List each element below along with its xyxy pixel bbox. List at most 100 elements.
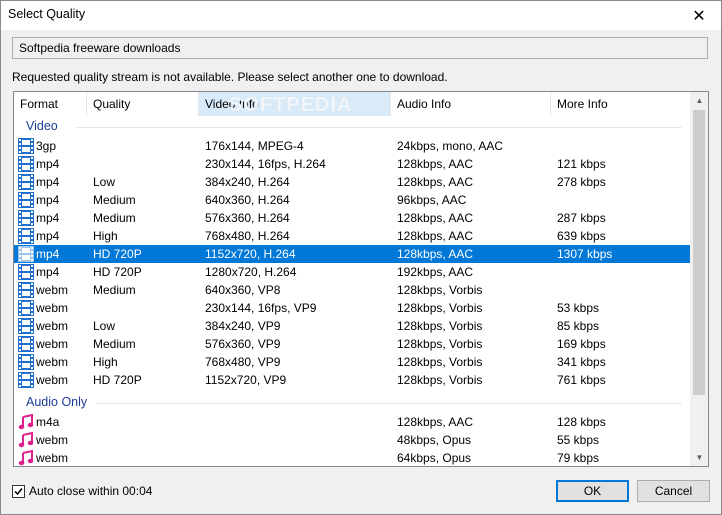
video-info-cell: 576x360, VP9 — [205, 337, 281, 351]
group-divider — [96, 403, 682, 404]
format-cell: mp4 — [36, 247, 60, 261]
audio-info-cell: 128kbps, AAC — [397, 157, 474, 171]
more-info-cell: 169 kbps — [557, 337, 606, 351]
table-row[interactable]: webm HD 720P 1152x720, VP9 128kbps, Vorbis 7… — [14, 371, 694, 389]
group-divider — [76, 127, 682, 128]
table-row[interactable]: mp4 Low 384x240, H.264 128kbps, AAC 278 kbps — [14, 173, 694, 191]
quality-cell: Medium — [93, 283, 136, 297]
scroll-down-arrow-icon[interactable]: ▼ — [691, 449, 708, 466]
scrollbar-thumb[interactable] — [693, 110, 705, 395]
video-info-cell: 768x480, VP9 — [205, 355, 281, 369]
more-info-cell: 85 kbps — [557, 319, 600, 333]
video-info-cell: 640x360, H.264 — [205, 193, 290, 207]
vertical-scrollbar[interactable]: ▲ ▼ — [690, 92, 708, 466]
film-icon — [18, 192, 34, 208]
film-icon — [18, 228, 34, 244]
audio-info-cell: 128kbps, Vorbis — [397, 301, 483, 315]
more-info-cell: 639 kbps — [557, 229, 606, 243]
film-icon — [18, 372, 34, 388]
table-row[interactable]: webm Medium 576x360, VP9 128kbps, Vorbis 169… — [14, 335, 694, 353]
more-info-cell: 278 kbps — [557, 175, 606, 189]
video-info-cell: 640x360, VP8 — [205, 283, 281, 297]
column-header-quality[interactable]: Quality — [87, 92, 199, 116]
format-cell: webm — [36, 451, 69, 465]
column-header-more-info[interactable]: More Info — [551, 92, 694, 116]
table-row[interactable]: 3gp 176x144, MPEG-4 24kbps, mono, AAC — [14, 137, 694, 155]
audio-info-cell: 192kbps, AAC — [397, 265, 474, 279]
format-cell: m4a — [36, 415, 60, 429]
audio-info-cell: 48kbps, Opus — [397, 433, 472, 447]
table-row[interactable]: webm 64kbps, Opus 79 kbps — [14, 449, 694, 466]
film-icon — [18, 318, 34, 334]
table-row[interactable]: webm 230x144, 16fps, VP9 128kbps, Vorbis 53… — [14, 299, 694, 317]
format-cell: mp4 — [36, 211, 60, 225]
more-info-cell: 79 kbps — [557, 451, 600, 465]
quality-cell: High — [93, 229, 118, 243]
auto-close-checkbox[interactable] — [12, 484, 25, 498]
film-icon — [18, 138, 34, 154]
audio-info-cell: 128kbps, AAC — [397, 415, 474, 429]
more-info-cell: 341 kbps — [557, 355, 606, 369]
scroll-up-arrow-icon[interactable]: ▲ — [691, 92, 708, 109]
format-cell: webm — [36, 337, 69, 351]
quality-list[interactable]: Format Quality Video Info Audio Info Mor… — [13, 91, 709, 467]
format-cell: mp4 — [36, 265, 60, 279]
video-info-cell: 230x144, 16fps, VP9 — [205, 301, 317, 315]
table-row[interactable]: mp4 HD 720P 1280x720, H.264 192kbps, AAC — [14, 263, 694, 281]
format-cell: webm — [36, 355, 69, 369]
table-row[interactable]: webm High 768x480, VP9 128kbps, Vorbis 341 k… — [14, 353, 694, 371]
table-row[interactable]: mp4 230x144, 16fps, H.264 128kbps, AAC 121 … — [14, 155, 694, 173]
video-info-cell: 384x240, VP9 — [205, 319, 281, 333]
film-icon — [18, 264, 34, 280]
close-button[interactable]: ✕ — [677, 1, 721, 30]
group-header-video: Video — [26, 119, 58, 133]
checkmark-icon — [14, 487, 23, 495]
format-cell: mp4 — [36, 193, 60, 207]
cancel-button[interactable]: Cancel — [637, 480, 710, 502]
music-note-icon — [18, 431, 34, 448]
table-row[interactable]: webm Medium 640x360, VP8 128kbps, Vorbis — [14, 281, 694, 299]
audio-info-cell: 128kbps, Vorbis — [397, 373, 483, 387]
audio-info-cell: 24kbps, mono, AAC — [397, 139, 504, 153]
video-info-cell: 1152x720, H.264 — [205, 247, 296, 261]
film-icon — [18, 174, 34, 190]
column-header-format[interactable]: Format — [14, 92, 87, 116]
list-header: Format Quality Video Info Audio Info Mor… — [14, 92, 694, 117]
audio-info-cell: 128kbps, AAC — [397, 247, 474, 261]
audio-info-cell: 64kbps, Opus — [397, 451, 472, 465]
audio-info-cell: 128kbps, AAC — [397, 211, 474, 225]
table-row[interactable]: mp4 HD 720P 1152x720, H.264 128kbps, AAC 130… — [14, 245, 694, 263]
film-icon — [18, 354, 34, 370]
format-cell: webm — [36, 301, 69, 315]
ok-button[interactable]: OK — [556, 480, 629, 502]
table-row[interactable]: mp4 Medium 640x360, H.264 96kbps, AAC — [14, 191, 694, 209]
video-info-cell: 1152x720, VP9 — [205, 373, 287, 387]
more-info-cell: 128 kbps — [557, 415, 606, 429]
column-header-audio-info[interactable]: Audio Info — [391, 92, 551, 116]
video-info-cell: 230x144, 16fps, H.264 — [205, 157, 326, 171]
more-info-cell: 761 kbps — [557, 373, 606, 387]
table-row[interactable]: m4a 128kbps, AAC 128 kbps — [14, 413, 694, 431]
auto-close-option[interactable]: Auto close within 00:04 — [12, 483, 152, 499]
quality-cell: Medium — [93, 211, 136, 225]
table-row[interactable]: mp4 Medium 576x360, H.264 128kbps, AAC 287 k… — [14, 209, 694, 227]
music-note-icon — [18, 449, 34, 466]
music-note-icon — [18, 413, 34, 430]
format-cell: mp4 — [36, 157, 60, 171]
audio-info-cell: 96kbps, AAC — [397, 193, 467, 207]
table-row[interactable]: webm Low 384x240, VP9 128kbps, Vorbis 85 kbp… — [14, 317, 694, 335]
film-icon — [18, 300, 34, 316]
film-icon — [18, 156, 34, 172]
quality-cell: Medium — [93, 193, 136, 207]
film-icon — [18, 246, 34, 262]
audio-info-cell: 128kbps, AAC — [397, 175, 474, 189]
format-cell: webm — [36, 319, 69, 333]
quality-cell: High — [93, 355, 118, 369]
table-row[interactable]: mp4 High 768x480, H.264 128kbps, AAC 639 kbp… — [14, 227, 694, 245]
group-header-audio: Audio Only — [26, 395, 88, 409]
quality-cell: Medium — [93, 337, 136, 351]
more-info-cell: 53 kbps — [557, 301, 600, 315]
title-bar: Select Quality ✕ — [1, 1, 721, 30]
table-row[interactable]: webm 48kbps, Opus 55 kbps — [14, 431, 694, 449]
source-url-field[interactable]: Softpedia freeware downloads — [12, 37, 708, 59]
